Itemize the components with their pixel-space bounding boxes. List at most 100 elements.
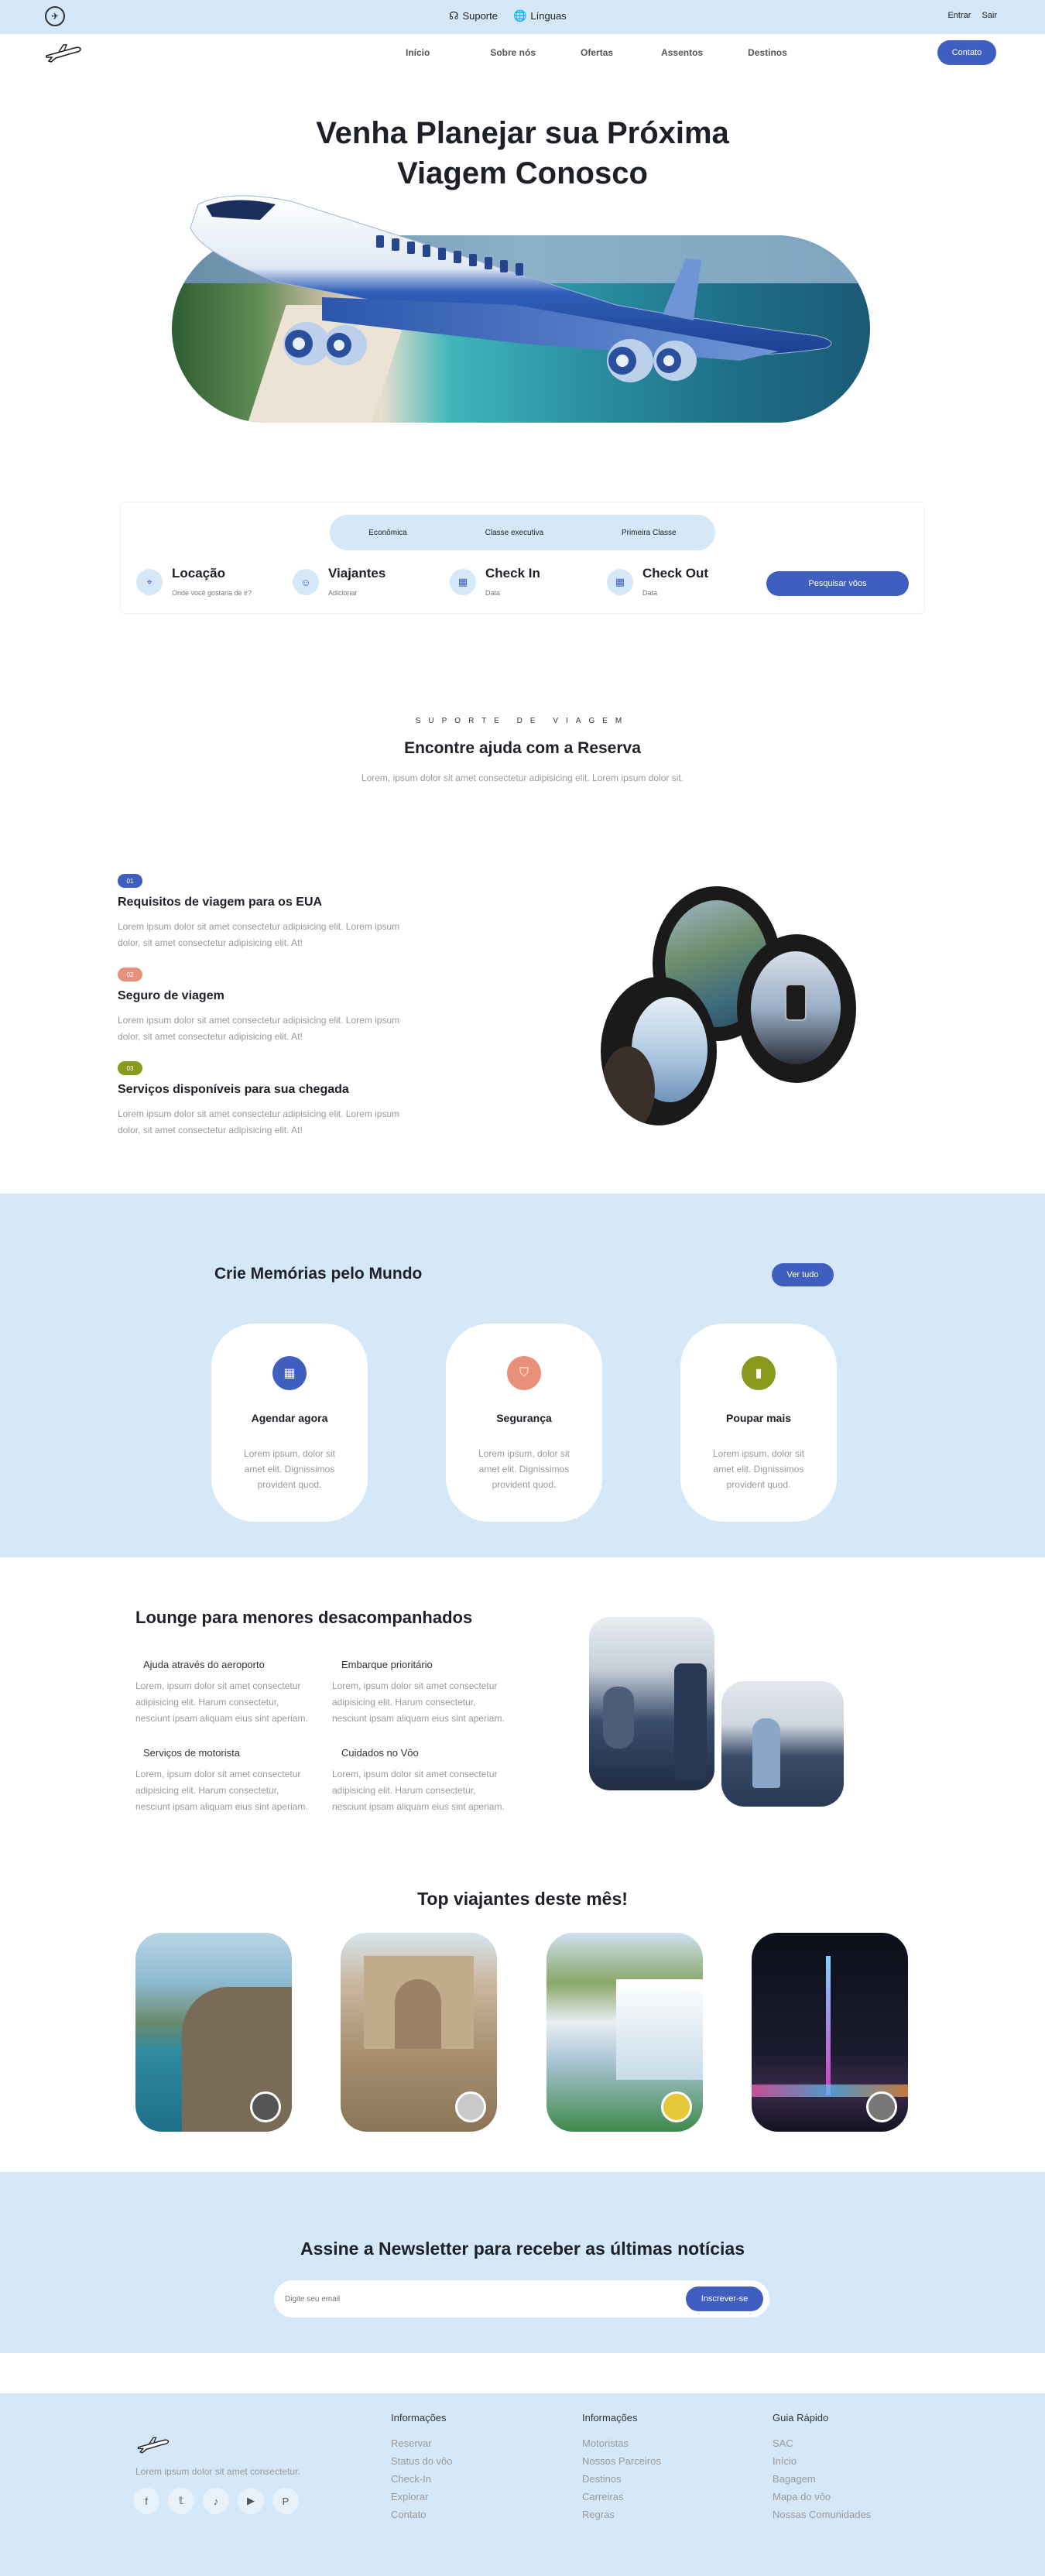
footer-link[interactable]: SAC [773,2434,871,2452]
plane-window-image-right [737,934,856,1083]
travelers-field[interactable]: ☺ Viajantes Adicionar [293,566,385,597]
social-links: f 𝕥 ♪ ▶ P [133,2488,299,2514]
class-tabs: Econômica Classe executiva Primeira Clas… [330,515,715,550]
tab-business[interactable]: Classe executiva [485,529,544,537]
footer-link[interactable]: Início [773,2452,871,2470]
feature-card-book-now[interactable]: ▦ Agendar agora Lorem ipsum, dolor sit am… [211,1324,368,1522]
traveler-avatar [455,2091,486,2122]
see-all-button[interactable]: Ver tudo [772,1263,834,1286]
footer-column-info-1: Informações Reservar Status do vôo Check… [391,2412,453,2523]
support-item-arrival-services[interactable]: 03 Serviços disponíveis para sua chegada… [118,1061,427,1139]
hero-airplane-image [190,195,832,382]
calendar-icon: ▦ [272,1356,307,1390]
traveler-card-fountain[interactable] [341,1933,497,2132]
nav-item-about[interactable]: Sobre nós [490,47,536,58]
footer-link[interactable]: Explorar [391,2488,453,2506]
hero-title: Venha Planejar sua Próxima Viagem Conosc… [316,116,729,190]
number-badge: 03 [118,1061,142,1075]
support-kicker: SUPORTE DE VIAGEM [415,717,630,725]
footer-plane-logo-icon[interactable] [135,2434,171,2457]
footer: Lorem ipsum dolor sit amet consectetur. … [0,2393,1045,2576]
tab-economy[interactable]: Econômica [368,529,406,537]
travelers-title: Top viajantes deste mês! [417,1889,628,1909]
facebook-icon[interactable]: f [133,2488,159,2514]
logout-link[interactable]: Sair [982,11,997,20]
footer-link[interactable]: Check-In [391,2470,453,2488]
tab-first[interactable]: Primeira Classe [622,529,677,537]
feature-card-save-more[interactable]: ▮ Poupar mais Lorem ipsum, dolor sit amet… [680,1324,837,1522]
traveler-card-coast[interactable] [135,1933,292,2132]
traveler-card-night-tower[interactable] [752,1933,908,2132]
map-pin-icon: ⌖ [136,569,163,595]
nav-item-seats[interactable]: Assentos [661,47,703,58]
footer-link[interactable]: Mapa do vôo [773,2488,871,2506]
small-logo-icon[interactable]: ✈ [45,6,65,26]
footer-link[interactable]: Bagagem [773,2470,871,2488]
nav-item-offers[interactable]: Ofertas [581,47,613,58]
contact-button[interactable]: Contato [937,40,996,65]
lounge-item-driver-services: Serviços de motorista Lorem, ipsum dolor… [135,1747,308,1812]
pinterest-icon[interactable]: P [272,2488,299,2514]
calendar-icon: ▦ [450,569,476,595]
support-subtitle: Lorem, ipsum dolor sit amet consectetur … [361,772,684,783]
number-badge: 01 [118,874,142,888]
footer-link[interactable]: Nossas Comunidades [773,2506,871,2523]
footer-link[interactable]: Motoristas [582,2434,661,2452]
footer-link[interactable]: Contato [391,2506,453,2523]
email-input[interactable] [285,2290,610,2308]
lounge-item-airport-help: Ajuda através do aeroporto Lorem, ipsum … [135,1659,308,1724]
lounge-title: Lounge para menores desacompanhados [135,1608,473,1627]
check-in-field[interactable]: ▦ Check In Data [450,566,540,597]
memories-title: Crie Memórias pelo Mundo [214,1265,423,1283]
support-title: Encontre ajuda com a Reserva [404,739,641,757]
support-link[interactable]: ☊ Suporte [449,9,498,22]
globe-icon: 🌐 [512,9,527,22]
newsletter-section: Assine a Newsletter para receber as últi… [0,2172,1045,2353]
tiktok-icon[interactable]: ♪ [203,2488,229,2514]
traveler-avatar [250,2091,281,2122]
traveler-avatar [866,2091,897,2122]
footer-link[interactable]: Status do vôo [391,2452,453,2470]
search-flights-button[interactable]: Pesquisar vôos [766,571,909,596]
support-item-us-requirements[interactable]: 01 Requisitos de viagem para os EUA Lore… [118,874,427,951]
number-badge: 02 [118,968,142,981]
youtube-icon[interactable]: ▶ [238,2488,264,2514]
cabin-photo-right [721,1681,844,1807]
shield-icon: ⛉ [507,1356,541,1390]
feature-card-security[interactable]: ⛉ Segurança Lorem ipsum, dolor sit amet e… [446,1324,602,1522]
footer-column-info-2: Informações Motoristas Nossos Parceiros … [582,2412,661,2523]
footer-link[interactable]: Carreiras [582,2488,661,2506]
footer-link[interactable]: Reservar [391,2434,453,2452]
main-nav: Início Sobre nós Ofertas Assentos Destin… [0,34,1045,73]
footer-tagline: Lorem ipsum dolor sit amet consectetur. [135,2466,300,2477]
newsletter-title: Assine a Newsletter para receber as últi… [300,2239,745,2259]
languages-link[interactable]: 🌐 Línguas [513,9,567,22]
login-link[interactable]: Entrar [947,11,971,20]
newsletter-form: Inscrever-se [274,2280,769,2317]
subscribe-button[interactable]: Inscrever-se [686,2287,763,2311]
top-bar: ✈ ☊ Suporte 🌐 Línguas Entrar Sair [0,0,1045,34]
nav-item-destinations[interactable]: Destinos [748,47,787,58]
brand-plane-logo-icon[interactable] [43,40,84,67]
headset-icon: ☊ [449,9,459,22]
calendar-icon: ▦ [607,569,633,595]
footer-column-quick-guide: Guia Rápido SAC Início Bagagem Mapa do v… [773,2412,871,2523]
memories-section: Crie Memórias pelo Mundo Ver tudo ▦ Agen… [0,1194,1045,1557]
twitter-icon[interactable]: 𝕥 [168,2488,194,2514]
lounge-item-priority-boarding: Embarque prioritário Lorem, ipsum dolor … [332,1659,505,1724]
footer-link[interactable]: Regras [582,2506,661,2523]
footer-link[interactable]: Nossos Parceiros [582,2452,661,2470]
plane-window-image-left [601,977,717,1125]
nav-item-home[interactable]: Início [406,47,430,58]
cabin-photo-left [587,1615,717,1793]
check-out-field[interactable]: ▦ Check Out Data [607,566,708,597]
booking-card: Econômica Classe executiva Primeira Clas… [120,502,925,614]
location-field[interactable]: ⌖ Locação Onde você gostaria de ir? [136,566,252,597]
support-item-insurance[interactable]: 02 Seguro de viagem Lorem ipsum dolor si… [118,968,427,1045]
footer-link[interactable]: Destinos [582,2470,661,2488]
user-icon: ☺ [293,569,319,595]
traveler-avatar [661,2091,692,2122]
bookmark-icon: ▮ [742,1356,776,1390]
traveler-card-waterfall[interactable] [546,1933,703,2132]
lounge-item-inflight-care: Cuidados no Vôo Lorem, ipsum dolor sit a… [332,1747,505,1812]
